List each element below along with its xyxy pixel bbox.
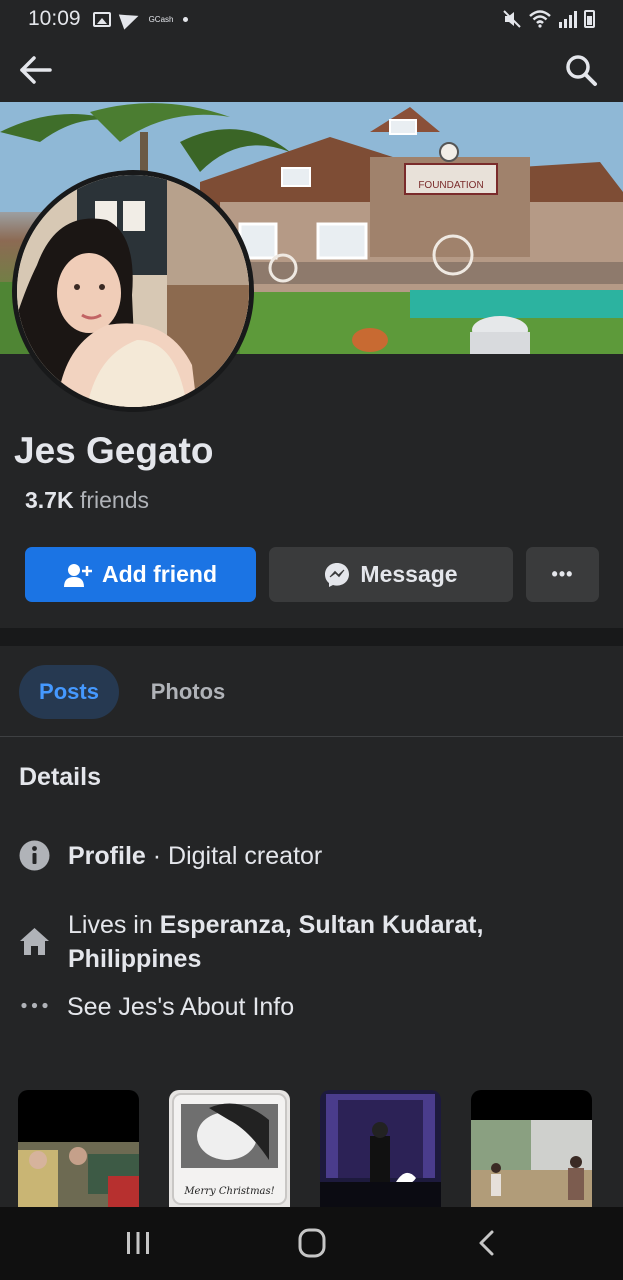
status-system-icons bbox=[502, 9, 595, 29]
details-heading: Details bbox=[19, 763, 101, 791]
system-nav-bar bbox=[0, 1207, 623, 1280]
home-button[interactable] bbox=[292, 1227, 332, 1259]
battery-icon bbox=[584, 10, 595, 28]
more-options-button[interactable]: ••• bbox=[526, 547, 599, 602]
friends-label: friends bbox=[79, 487, 150, 513]
avatar-photo bbox=[17, 175, 249, 407]
arrow-left-icon bbox=[20, 56, 52, 84]
chevron-left-icon bbox=[479, 1230, 494, 1256]
see-about-link[interactable]: See Jes's About Info bbox=[67, 990, 294, 1024]
status-bar: 10:09 GCash bbox=[0, 0, 623, 38]
wifi-icon bbox=[529, 10, 551, 28]
profile-tabs: Posts Photos bbox=[0, 646, 623, 737]
more-notifications-icon bbox=[183, 16, 189, 22]
message-button[interactable]: Message bbox=[269, 547, 513, 602]
telegram-icon bbox=[118, 8, 141, 30]
detail-profile-row: Profile · Digital creator bbox=[19, 840, 322, 873]
detail-lives-row: Lives in Esperanza, Sultan Kudarat, Phil… bbox=[19, 908, 538, 976]
home-icon bbox=[20, 928, 49, 955]
search-icon bbox=[566, 55, 597, 86]
more-horizontal-icon bbox=[21, 1002, 48, 1009]
gallery-icon bbox=[92, 11, 111, 27]
thumbnail-caption: Merry Christmas! bbox=[184, 1186, 275, 1197]
tab-photos[interactable]: Photos bbox=[132, 665, 244, 719]
photo-thumbnail[interactable] bbox=[320, 1090, 441, 1208]
photo-thumbnail-image bbox=[320, 1090, 441, 1208]
recent-apps-icon bbox=[127, 1232, 149, 1254]
status-notification-icons: GCash bbox=[92, 8, 189, 30]
mute-icon bbox=[503, 10, 521, 28]
photo-thumbnail[interactable]: Merry Christmas! bbox=[169, 1090, 290, 1208]
featured-photos: Merry Christmas! bbox=[0, 1090, 623, 1208]
more-dots-icon: ••• bbox=[551, 564, 574, 584]
photo-thumbnail[interactable] bbox=[18, 1090, 139, 1208]
message-label: Message bbox=[360, 561, 458, 587]
profile-category: Digital creator bbox=[168, 842, 323, 870]
top-nav bbox=[0, 38, 623, 102]
photo-thumbnail[interactable] bbox=[471, 1090, 592, 1208]
section-divider bbox=[0, 628, 623, 646]
photo-thumbnail-image bbox=[471, 1090, 592, 1208]
tab-posts[interactable]: Posts bbox=[19, 665, 119, 719]
status-time: 10:09 bbox=[28, 7, 81, 30]
add-friend-button[interactable]: Add friend bbox=[25, 547, 256, 602]
friends-count-line[interactable]: 3.7K friends bbox=[25, 487, 149, 514]
gcash-icon: GCash bbox=[148, 14, 174, 24]
profile-avatar[interactable] bbox=[12, 170, 254, 412]
detail-about-row[interactable]: See Jes's About Info bbox=[19, 990, 294, 1024]
profile-separator: · bbox=[145, 842, 169, 870]
profile-type-label: Profile bbox=[68, 842, 146, 870]
add-person-icon bbox=[64, 563, 92, 587]
friends-count: 3.7K bbox=[25, 487, 74, 513]
add-friend-label: Add friend bbox=[102, 561, 217, 587]
search-button[interactable] bbox=[563, 52, 599, 88]
recent-apps-button[interactable] bbox=[118, 1227, 158, 1259]
back-button[interactable] bbox=[18, 52, 54, 88]
home-circle-icon bbox=[298, 1228, 326, 1258]
system-back-button[interactable] bbox=[466, 1227, 506, 1259]
lives-prefix: Lives in bbox=[68, 911, 160, 939]
profile-name: Jes Gegato bbox=[14, 430, 214, 471]
photo-thumbnail-image bbox=[18, 1090, 139, 1208]
info-icon bbox=[19, 840, 50, 871]
messenger-icon bbox=[325, 562, 350, 587]
cover-sign-text: FOUNDATION bbox=[418, 180, 483, 191]
signal-icon bbox=[559, 11, 577, 28]
